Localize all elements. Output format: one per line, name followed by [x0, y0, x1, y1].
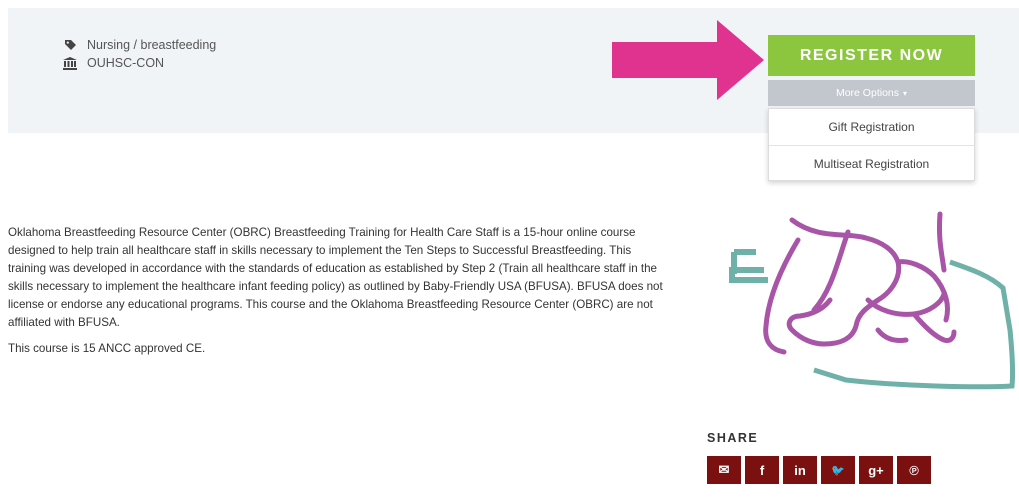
twitter-share-button[interactable]: 🐦 — [821, 456, 855, 484]
share-heading: SHARE — [707, 431, 759, 445]
tag-icon — [63, 38, 77, 52]
twitter-icon: 🐦 — [831, 464, 845, 477]
more-options-menu: Gift Registration Multiseat Registration — [768, 108, 975, 181]
linkedin-share-button[interactable]: in — [783, 456, 817, 484]
email-icon: ✉ — [718, 462, 730, 477]
organization-label[interactable]: OUHSC-CON — [87, 56, 164, 70]
google-plus-share-button[interactable]: g+ — [859, 456, 893, 484]
more-options-button[interactable]: More Options ▾ — [768, 80, 975, 106]
pointer-arrow — [612, 20, 764, 105]
google-plus-icon: g+ — [868, 462, 884, 478]
institution-icon — [63, 56, 77, 70]
course-meta: Nursing / breastfeeding OUHSC-CON — [63, 36, 216, 72]
organization-row: OUHSC-CON — [63, 54, 216, 72]
pinterest-icon: ℗ — [909, 462, 919, 478]
register-now-button[interactable]: REGISTER NOW — [768, 35, 975, 76]
facebook-share-button[interactable]: f — [745, 456, 779, 484]
menu-item-gift-registration[interactable]: Gift Registration — [769, 109, 974, 145]
email-share-button[interactable]: ✉ — [707, 456, 741, 484]
breastfeeding-logo-image — [728, 210, 1019, 405]
linkedin-icon: in — [794, 462, 806, 478]
caret-down-icon: ▾ — [903, 88, 908, 98]
share-buttons: ✉ f in 🐦 g+ ℗ — [707, 456, 935, 484]
pinterest-share-button[interactable]: ℗ — [897, 456, 931, 484]
more-options-label: More Options — [835, 87, 899, 99]
facebook-icon: f — [759, 462, 765, 478]
category-row: Nursing / breastfeeding — [63, 36, 216, 54]
menu-item-multiseat-registration[interactable]: Multiseat Registration — [769, 145, 974, 182]
ce-credits-note: This course is 15 ANCC approved CE. — [8, 342, 206, 355]
course-description: Oklahoma Breastfeeding Resource Center (… — [8, 224, 668, 366]
category-label[interactable]: Nursing / breastfeeding — [87, 38, 216, 52]
description-paragraph: Oklahoma Breastfeeding Resource Center (… — [8, 226, 663, 329]
